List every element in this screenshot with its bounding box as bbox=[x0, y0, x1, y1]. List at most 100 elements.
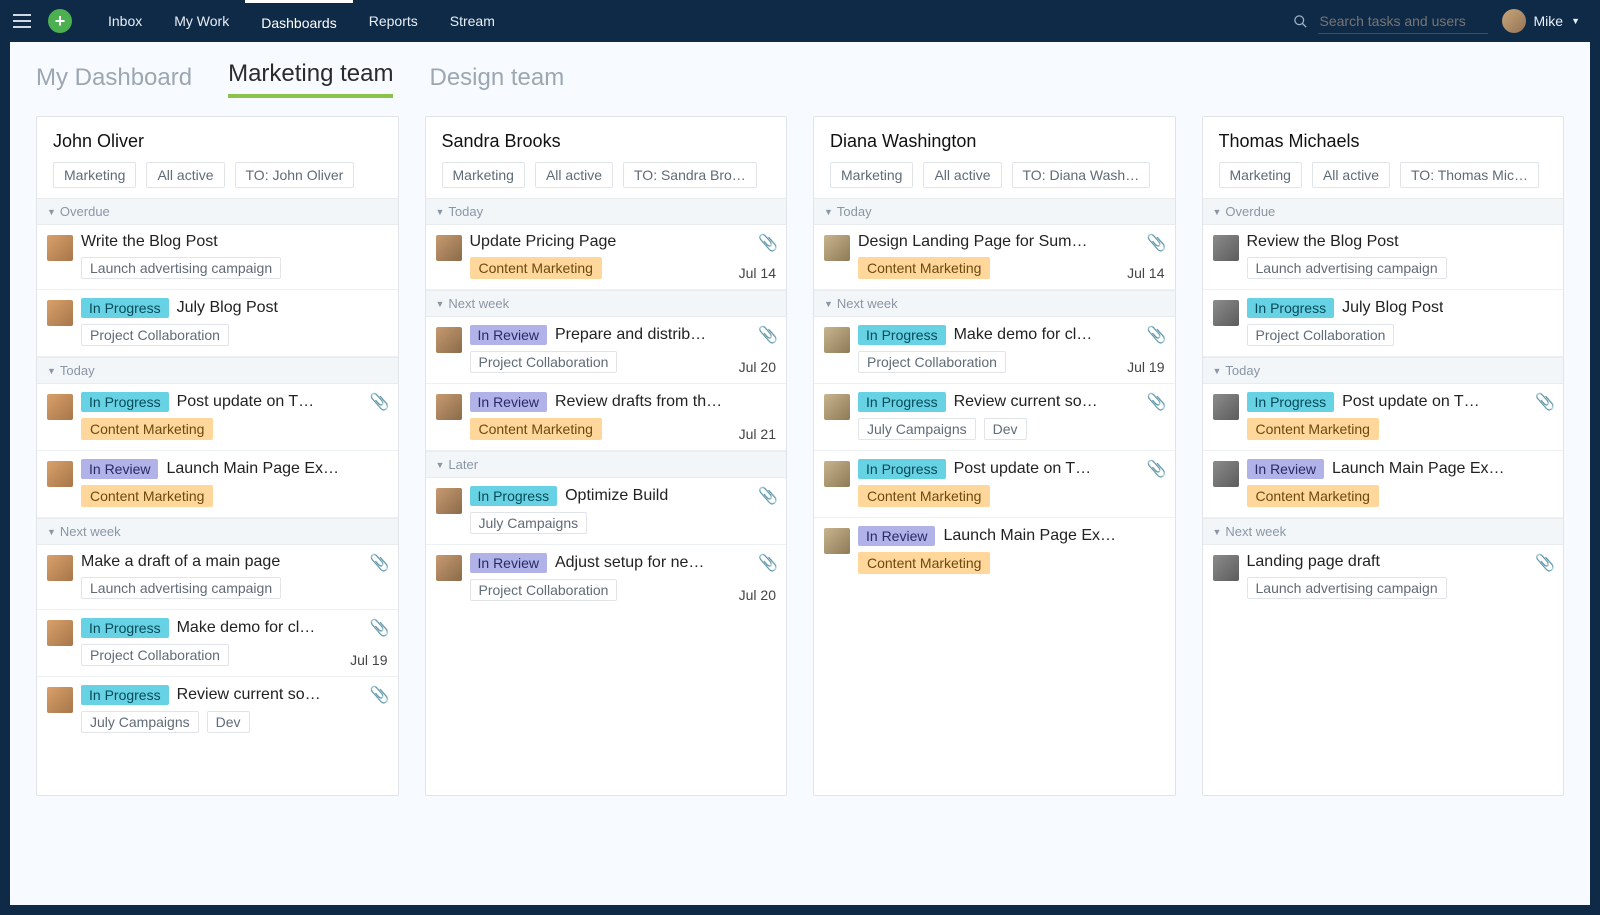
filter-chip[interactable]: Marketing bbox=[830, 162, 913, 188]
nav-reports[interactable]: Reports bbox=[353, 0, 434, 42]
task-card[interactable]: Review the Blog PostLaunch advertising c… bbox=[1203, 225, 1564, 290]
task-card[interactable]: Make a draft of a main pageLaunch advert… bbox=[37, 545, 398, 610]
nav-inbox[interactable]: Inbox bbox=[92, 0, 158, 42]
section-header[interactable]: ▼Today bbox=[37, 357, 398, 384]
filter-chip[interactable]: TO: John Oliver bbox=[235, 162, 355, 188]
filter-chip[interactable]: All active bbox=[1312, 162, 1390, 188]
task-card[interactable]: In ReviewReview drafts from th…Content M… bbox=[426, 384, 787, 451]
user-menu[interactable]: Mike ▼ bbox=[1502, 9, 1580, 33]
task-card[interactable]: In ProgressPost update on T…Content Mark… bbox=[814, 451, 1175, 518]
task-card[interactable]: In ProgressPost update on T…Content Mark… bbox=[1203, 384, 1564, 451]
column-person: Sandra Brooks bbox=[442, 131, 771, 152]
filter-chip[interactable]: All active bbox=[923, 162, 1001, 188]
task-card[interactable]: In ProgressReview current so…July Campai… bbox=[37, 677, 398, 743]
task-tag[interactable]: Launch advertising campaign bbox=[1247, 257, 1447, 279]
task-card[interactable]: In ReviewLaunch Main Page Ex…Content Mar… bbox=[814, 518, 1175, 584]
task-tag[interactable]: Project Collaboration bbox=[1247, 324, 1395, 346]
task-tag[interactable]: Dev bbox=[984, 418, 1027, 440]
task-date: Jul 19 bbox=[1127, 359, 1164, 375]
task-tag[interactable]: Content Marketing bbox=[858, 257, 990, 279]
assignee-avatar-icon bbox=[436, 235, 462, 261]
task-tag[interactable]: Dev bbox=[207, 711, 250, 733]
task-card[interactable]: Write the Blog PostLaunch advertising ca… bbox=[37, 225, 398, 290]
task-tag[interactable]: Project Collaboration bbox=[81, 644, 229, 666]
task-title: Optimize Build bbox=[565, 487, 668, 505]
task-card[interactable]: In ReviewAdjust setup for ne…Project Col… bbox=[426, 545, 787, 611]
filter-chip[interactable]: TO: Diana Wash… bbox=[1012, 162, 1151, 188]
task-card[interactable]: In ProgressMake demo for cl…Project Coll… bbox=[814, 317, 1175, 384]
status-badge: In Progress bbox=[1247, 298, 1335, 318]
column-person: Diana Washington bbox=[830, 131, 1159, 152]
task-tag[interactable]: Project Collaboration bbox=[858, 351, 1006, 373]
collapse-icon: ▼ bbox=[436, 299, 445, 309]
task-tag[interactable]: Launch advertising campaign bbox=[81, 577, 281, 599]
status-badge: In Progress bbox=[1247, 392, 1335, 412]
section-header[interactable]: ▼Today bbox=[426, 198, 787, 225]
nav-dashboards[interactable]: Dashboards bbox=[245, 0, 353, 42]
task-tag[interactable]: July Campaigns bbox=[858, 418, 976, 440]
filter-chip[interactable]: All active bbox=[535, 162, 613, 188]
dash-tab-my-dashboard[interactable]: My Dashboard bbox=[36, 64, 192, 98]
filter-chip[interactable]: Marketing bbox=[53, 162, 136, 188]
task-tag[interactable]: Launch advertising campaign bbox=[81, 257, 281, 279]
attachment-icon: 📎 bbox=[758, 486, 778, 506]
task-card[interactable]: In ProgressPost update on T…Content Mark… bbox=[37, 384, 398, 451]
section-header[interactable]: ▼Overdue bbox=[37, 198, 398, 225]
section-header[interactable]: ▼Next week bbox=[37, 518, 398, 545]
task-tag[interactable]: Content Marketing bbox=[470, 418, 602, 440]
task-card[interactable]: In ProgressJuly Blog PostProject Collabo… bbox=[37, 290, 398, 357]
section-label: Later bbox=[448, 457, 478, 472]
task-tag[interactable]: Content Marketing bbox=[858, 485, 990, 507]
section-label: Next week bbox=[448, 296, 509, 311]
task-card[interactable]: In ProgressJuly Blog PostProject Collabo… bbox=[1203, 290, 1564, 357]
filter-chip[interactable]: TO: Thomas Mic… bbox=[1400, 162, 1539, 188]
section-header[interactable]: ▼Today bbox=[1203, 357, 1564, 384]
dash-tab-marketing-team[interactable]: Marketing team bbox=[228, 60, 393, 98]
task-tag[interactable]: Launch advertising campaign bbox=[1247, 577, 1447, 599]
filter-chip[interactable]: TO: Sandra Bro… bbox=[623, 162, 757, 188]
task-tag[interactable]: Content Marketing bbox=[1247, 418, 1379, 440]
filter-chip[interactable]: Marketing bbox=[1219, 162, 1302, 188]
nav-stream[interactable]: Stream bbox=[434, 0, 511, 42]
assignee-avatar-icon bbox=[824, 394, 850, 420]
task-card[interactable]: Design Landing Page for Sum…Content Mark… bbox=[814, 225, 1175, 290]
column: John OliverMarketingAll activeTO: John O… bbox=[36, 116, 399, 796]
filter-chip[interactable]: All active bbox=[146, 162, 224, 188]
task-title: Launch Main Page Ex… bbox=[166, 460, 339, 478]
nav-my-work[interactable]: My Work bbox=[158, 0, 245, 42]
task-card[interactable]: In ReviewLaunch Main Page Ex…Content Mar… bbox=[1203, 451, 1564, 518]
task-tag[interactable]: Content Marketing bbox=[81, 485, 213, 507]
section-header[interactable]: ▼Today bbox=[814, 198, 1175, 225]
task-tag[interactable]: Content Marketing bbox=[1247, 485, 1379, 507]
task-tag[interactable]: Content Marketing bbox=[81, 418, 213, 440]
section-header[interactable]: ▼Overdue bbox=[1203, 198, 1564, 225]
task-card[interactable]: Landing page draftLaunch advertising cam… bbox=[1203, 545, 1564, 609]
section-header[interactable]: ▼Next week bbox=[1203, 518, 1564, 545]
task-tag[interactable]: Project Collaboration bbox=[81, 324, 229, 346]
task-date: Jul 21 bbox=[739, 426, 776, 442]
task-tag[interactable]: Project Collaboration bbox=[470, 579, 618, 601]
section-label: Next week bbox=[837, 296, 898, 311]
assignee-avatar-icon bbox=[824, 235, 850, 261]
task-title: Make demo for cl… bbox=[954, 326, 1093, 344]
filter-chip[interactable]: Marketing bbox=[442, 162, 525, 188]
section-header[interactable]: ▼Later bbox=[426, 451, 787, 478]
task-tag[interactable]: Project Collaboration bbox=[470, 351, 618, 373]
task-card[interactable]: In ReviewLaunch Main Page Ex…Content Mar… bbox=[37, 451, 398, 518]
add-button[interactable]: + bbox=[48, 9, 72, 33]
task-card[interactable]: In ProgressMake demo for cl…Project Coll… bbox=[37, 610, 398, 677]
task-tag[interactable]: Content Marketing bbox=[858, 552, 990, 574]
section-header[interactable]: ▼Next week bbox=[814, 290, 1175, 317]
task-card[interactable]: In ProgressReview current so…July Campai… bbox=[814, 384, 1175, 451]
task-card[interactable]: In ReviewPrepare and distrib…Project Col… bbox=[426, 317, 787, 384]
task-card[interactable]: In ProgressOptimize BuildJuly Campaigns📎 bbox=[426, 478, 787, 545]
search-input[interactable] bbox=[1318, 9, 1488, 34]
task-tag[interactable]: July Campaigns bbox=[81, 711, 199, 733]
section-header[interactable]: ▼Next week bbox=[426, 290, 787, 317]
task-tag[interactable]: July Campaigns bbox=[470, 512, 588, 534]
task-tag[interactable]: Content Marketing bbox=[470, 257, 602, 279]
task-card[interactable]: Update Pricing PageContent Marketing📎Jul… bbox=[426, 225, 787, 290]
collapse-icon: ▼ bbox=[1213, 207, 1222, 217]
menu-icon[interactable] bbox=[8, 14, 36, 28]
dash-tab-design-team[interactable]: Design team bbox=[429, 64, 564, 98]
